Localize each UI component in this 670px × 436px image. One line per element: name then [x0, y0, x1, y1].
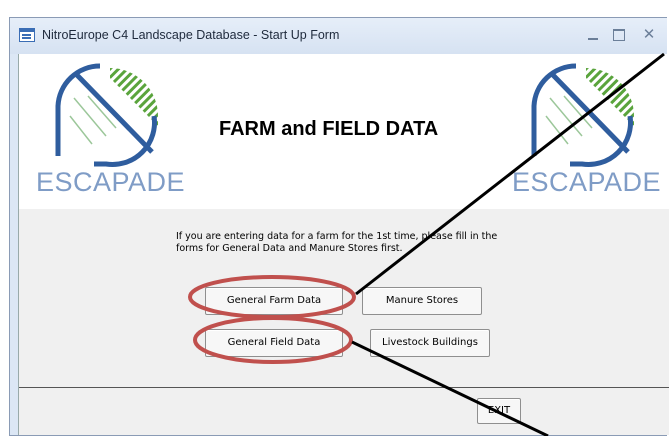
window-title: NitroEurope C4 Landscape Database - Star…: [42, 28, 340, 42]
general-farm-data-button[interactable]: General Farm Data: [205, 287, 343, 315]
close-icon[interactable]: ✕: [640, 26, 658, 44]
instructions-text: If you are entering data for a farm for …: [176, 231, 498, 254]
start-up-form-window: NitroEurope C4 Landscape Database - Star…: [9, 17, 669, 436]
form-heading: FARM and FIELD DATA: [219, 118, 439, 140]
title-bar[interactable]: NitroEurope C4 Landscape Database - Star…: [10, 18, 667, 54]
form-detail: If you are entering data for a farm for …: [19, 209, 669, 388]
form-footer: EXIT: [19, 388, 669, 435]
form-header: ESCAPADE FARM and FIELD DATA ESCAPADE: [19, 54, 669, 210]
manure-stores-button[interactable]: Manure Stores: [362, 287, 482, 315]
maximize-icon[interactable]: [610, 26, 628, 44]
logo-text: ESCAPADE: [36, 167, 186, 197]
exit-button[interactable]: EXIT: [477, 398, 521, 424]
general-field-data-button[interactable]: General Field Data: [205, 329, 343, 357]
escapade-logo-right: ESCAPADE: [512, 56, 662, 202]
minimize-icon[interactable]: [584, 26, 602, 44]
form-body: ESCAPADE FARM and FIELD DATA ESCAPADE If…: [18, 54, 669, 435]
escapade-logo-left: ESCAPADE: [36, 56, 186, 202]
livestock-buildings-button[interactable]: Livestock Buildings: [370, 329, 490, 357]
access-form-icon: [19, 28, 35, 42]
logo-text: ESCAPADE: [512, 167, 662, 197]
